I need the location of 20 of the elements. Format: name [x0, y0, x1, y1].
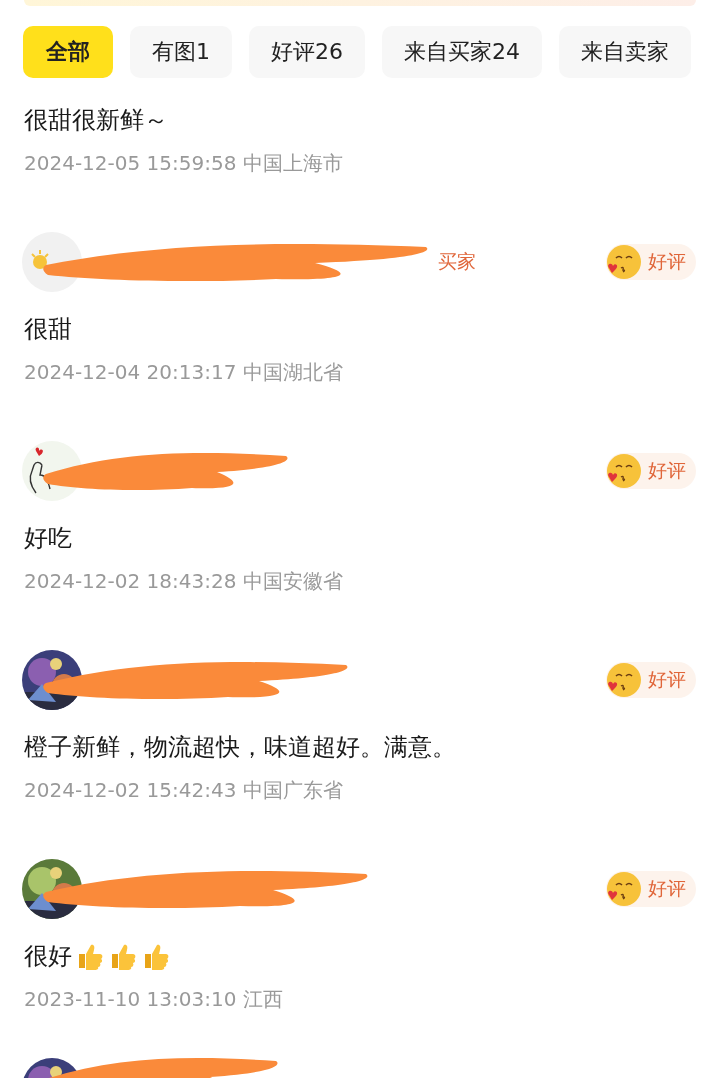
rating-badge: 好评 [606, 871, 696, 907]
review-date-location: 2024-12-04 20:13:17 中国湖北省 [24, 359, 344, 386]
review-date-location: 2024-12-05 15:59:58 中国上海市 [24, 150, 344, 177]
review-text: 很甜 [24, 314, 72, 345]
review-text: 很好 [24, 941, 72, 972]
review-text: 很甜很新鲜～ [24, 105, 168, 136]
filter-tab[interactable]: 来自卖家 [559, 26, 691, 78]
rating-badge: 好评 [606, 453, 696, 489]
rating-badge: 好评 [606, 662, 696, 698]
filter-tab[interactable]: 有图1 [130, 26, 232, 78]
filter-tab[interactable]: 来自买家24 [382, 26, 542, 78]
review-date-location: 2023-11-10 13:03:10 江西 [24, 986, 284, 1013]
buyer-tag: 买家 [438, 249, 476, 275]
review-date-location: 2024-12-02 15:42:43 中国广东省 [24, 777, 344, 804]
review-text: 橙子新鲜，物流超快，味道超好。满意。 [24, 732, 456, 763]
review-date-location: 2024-12-02 18:43:28 中国安徽省 [24, 568, 344, 595]
rating-badge: 好评 [606, 244, 696, 280]
filter-tab[interactable]: 好评26 [249, 26, 365, 78]
filter-tab[interactable]: 全部 [23, 26, 113, 78]
review-text: 好吃 [24, 523, 72, 554]
